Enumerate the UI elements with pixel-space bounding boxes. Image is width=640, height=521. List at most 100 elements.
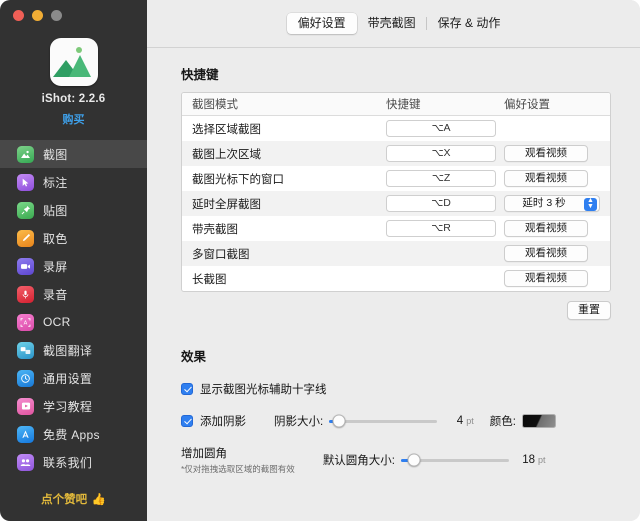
tab-preferences[interactable]: 偏好设置 [286, 13, 357, 34]
contact-us-icon [17, 453, 34, 471]
table-row: 延时全屏截图 ⌥D 延时 3 秒 ▲ ▼ [182, 191, 610, 216]
row-mode-label: 截图光标下的窗口 [192, 173, 284, 186]
sidebar-item-label: 取色 [43, 231, 68, 246]
brand-block: iShot: 2.2.6 购买 [0, 26, 147, 128]
table-row: 截图上次区域 ⌥X 观看视频 [182, 141, 610, 166]
sidebar-item-screen-record[interactable]: 录屏 [0, 252, 147, 280]
shadow-row: 添加阴影 阴影大小: 4 pt 颜色: [181, 413, 611, 429]
table-row: 截图光标下的窗口 ⌥Z 观看视频 [182, 166, 610, 191]
tutorial-icon [17, 397, 34, 415]
table-row: 长截图 观看视频 [182, 266, 610, 291]
sidebar-item-label: 学习教程 [43, 399, 93, 414]
row-mode-label: 选择区域截图 [192, 123, 261, 136]
sidebar-item-tutorial[interactable]: 学习教程 [0, 392, 147, 420]
sidebar-item-color-picker[interactable]: 取色 [0, 224, 147, 252]
table-row: 选择区域截图 ⌥A [182, 116, 610, 141]
column-header-shortcut: 快捷键 [386, 99, 421, 111]
sidebar-item-annotate[interactable]: 标注 [0, 168, 147, 196]
watch-video-button[interactable]: 观看视频 [504, 170, 588, 187]
sidebar-item-ocr[interactable]: A OCR [0, 308, 147, 336]
thumbs-up-icon: 👍 [91, 494, 106, 506]
corner-label: 增加圆角 [181, 448, 227, 460]
sidebar-item-label: 联系我们 [43, 455, 93, 470]
row-mode-label: 带壳截图 [192, 223, 238, 236]
shortcut-input[interactable]: ⌥X [386, 145, 496, 162]
table-row: 多窗口截图 观看视频 [182, 241, 610, 266]
sidebar-item-label: 标注 [43, 175, 68, 190]
sidebar-item-screenshot[interactable]: 截图 [0, 140, 147, 168]
sidebar-nav: 截图 标注 贴图 取色 录屏 录音 A OCR 截图翻译 通用设置 学习教程 免… [0, 140, 147, 476]
corner-row: 增加圆角 *仅对拖拽选取区域的截图有效 默认圆角大小: 18 pt [181, 445, 611, 475]
sidebar: iShot: 2.2.6 购买 截图 标注 贴图 取色 录屏 录音 A OCR … [0, 0, 147, 521]
shortcut-input[interactable]: ⌥R [386, 220, 496, 237]
screen-record-icon [17, 257, 34, 275]
tab-save-and-actions[interactable]: 保存 & 动作 [427, 13, 512, 34]
watch-video-button[interactable]: 观看视频 [504, 220, 588, 237]
sidebar-item-label: 录屏 [43, 259, 68, 274]
sidebar-item-free-apps[interactable]: 免费 Apps [0, 420, 147, 448]
minimize-button[interactable] [32, 10, 43, 21]
sidebar-item-audio-record[interactable]: 录音 [0, 280, 147, 308]
shadow-size-slider[interactable] [329, 414, 438, 428]
corner-size-slider[interactable] [401, 453, 510, 467]
watch-video-button[interactable]: 观看视频 [504, 145, 588, 162]
delay-select[interactable]: 延时 3 秒 ▲ ▼ [504, 195, 600, 212]
audio-record-icon [17, 285, 34, 303]
sidebar-item-label: 免费 Apps [43, 427, 100, 442]
chevron-updown-icon: ▲ ▼ [584, 197, 597, 211]
reset-row: 重置 [181, 301, 611, 320]
translate-icon [17, 341, 34, 359]
ocr-icon: A [17, 313, 34, 331]
shortcuts-table: 截图模式 快捷键 偏好设置 选择区域截图 ⌥A 截图上次区域 ⌥X 观看视频 截… [181, 92, 611, 292]
delay-select-value: 延时 3 秒 [522, 197, 566, 209]
free-apps-icon [17, 425, 34, 443]
corner-size-unit: pt [538, 455, 546, 465]
sidebar-item-contact-us[interactable]: 联系我们 [0, 448, 147, 476]
annotate-icon [17, 173, 34, 191]
watch-video-button[interactable]: 观看视频 [504, 270, 588, 287]
shortcut-input[interactable]: ⌥A [386, 120, 496, 137]
buy-link[interactable]: 购买 [63, 111, 85, 127]
shortcut-input[interactable]: ⌥D [386, 195, 496, 212]
shadow-size-value: 4 [456, 415, 464, 427]
shadow-size-unit: pt [466, 416, 474, 426]
shortcut-input[interactable]: ⌥Z [386, 170, 496, 187]
shadow-label: 添加阴影 [200, 416, 246, 428]
crosshair-label: 显示截图光标辅助十字线 [200, 384, 327, 396]
svg-text:A: A [24, 320, 28, 326]
reset-button[interactable]: 重置 [567, 301, 611, 320]
watch-video-button[interactable]: 观看视频 [504, 245, 588, 262]
column-header-pref: 偏好设置 [504, 99, 550, 111]
tab-shell-screenshot[interactable]: 带壳截图 [357, 13, 427, 34]
effects-section: 效果 显示截图光标辅助十字线 添加阴影 阴影大小: 4 pt 颜色: 增加圆角 … [181, 346, 611, 475]
corner-size-value: 18 [522, 454, 536, 466]
app-logo-icon [49, 38, 98, 86]
sidebar-item-label: 截图 [43, 147, 68, 162]
zoom-button[interactable] [51, 10, 62, 21]
tab-bar: 偏好设置 带壳截图 保存 & 动作 [147, 0, 640, 48]
pin-image-icon [17, 201, 34, 219]
sidebar-item-pin-image[interactable]: 贴图 [0, 196, 147, 224]
row-mode-label: 多窗口截图 [192, 248, 250, 261]
row-mode-label: 截图上次区域 [192, 148, 261, 161]
general-settings-icon [17, 369, 34, 387]
row-mode-label: 延时全屏截图 [192, 198, 261, 211]
sidebar-item-translate[interactable]: 截图翻译 [0, 336, 147, 364]
table-header-row: 截图模式 快捷键 偏好设置 [182, 93, 610, 116]
sidebar-item-label: 贴图 [43, 203, 68, 218]
crosshair-row: 显示截图光标辅助十字线 [181, 381, 611, 397]
shadow-checkbox[interactable] [181, 415, 193, 427]
color-picker-icon [17, 229, 34, 247]
close-button[interactable] [13, 10, 24, 21]
app-version-label: iShot: 2.2.6 [41, 93, 106, 105]
shadow-size-label: 阴影大小: [274, 416, 324, 428]
column-header-mode: 截图模式 [192, 99, 238, 111]
sidebar-item-label: 录音 [43, 287, 68, 302]
sidebar-item-general-settings[interactable]: 通用设置 [0, 364, 147, 392]
shadow-color-swatch[interactable] [521, 414, 556, 428]
corner-size-label: 默认圆角大小: [322, 455, 396, 467]
crosshair-checkbox[interactable] [181, 383, 193, 395]
effects-section-title: 效果 [181, 350, 207, 364]
window-controls [0, 0, 147, 26]
rate-us-footer[interactable]: 点个赞吧 👍 [0, 490, 147, 521]
